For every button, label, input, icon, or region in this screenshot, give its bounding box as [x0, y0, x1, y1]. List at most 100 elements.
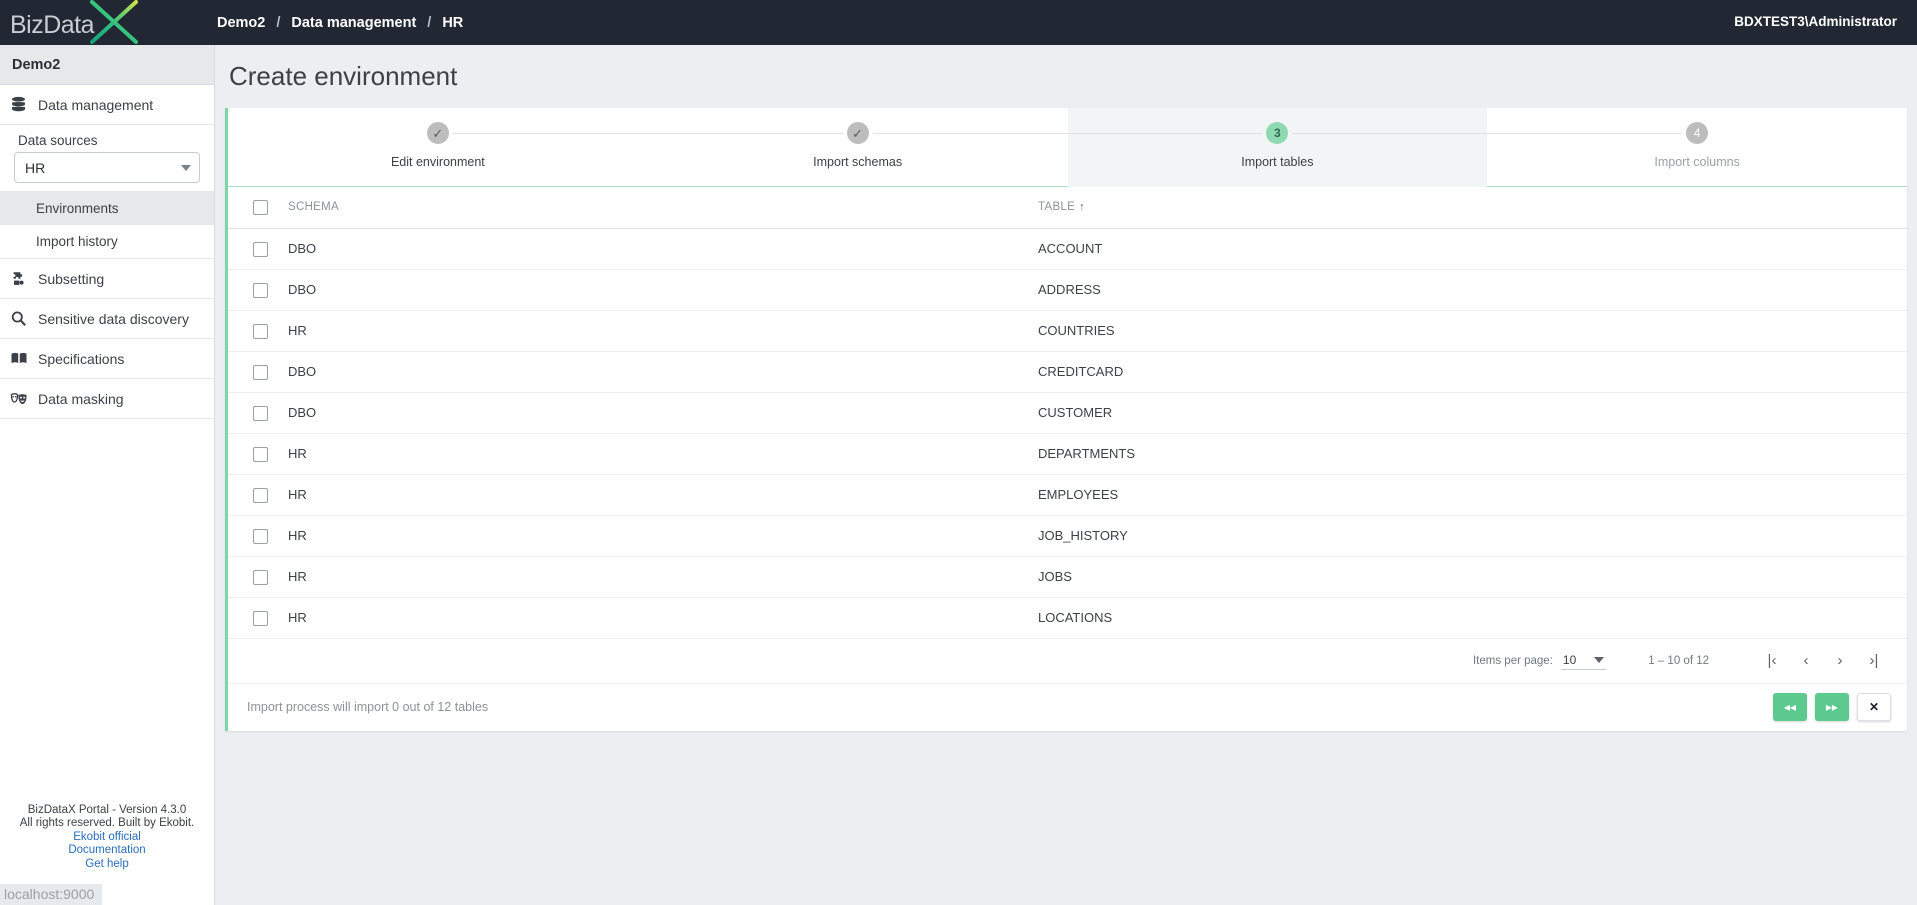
- data-source-select[interactable]: HR: [14, 152, 200, 183]
- cell-schema: HR: [288, 310, 1038, 352]
- cell-table: EMPLOYEES: [1038, 474, 1907, 516]
- cell-schema: DBO: [288, 351, 1038, 393]
- page-title: Create environment: [229, 61, 458, 91]
- row-checkbox[interactable]: [253, 487, 268, 503]
- step-edit-environment[interactable]: ✓ Edit environment: [228, 108, 648, 187]
- table-row[interactable]: DBO CREDITCARD: [228, 351, 1907, 393]
- wizard-card: ✓ Edit environment ✓ Import schemas 3 Im…: [225, 108, 1907, 731]
- database-icon: [10, 96, 38, 113]
- table-row[interactable]: HR EMPLOYEES: [228, 474, 1907, 516]
- items-per-page-label: Items per page:: [1472, 654, 1553, 667]
- sidebar-item-label-subsetting: Subsetting: [38, 270, 105, 287]
- step-label-2: Import schemas: [813, 155, 903, 169]
- chevron-down-icon: [181, 164, 191, 171]
- row-checkbox[interactable]: [253, 528, 268, 544]
- search-icon: [10, 310, 38, 327]
- cell-schema: DBO: [288, 269, 1038, 311]
- items-per-page-select[interactable]: 10: [1560, 651, 1607, 670]
- cell-schema: HR: [288, 597, 1038, 639]
- breadcrumb-item-2[interactable]: HR: [440, 15, 465, 31]
- previous-step-button[interactable]: ◂◂: [1772, 693, 1807, 721]
- cell-table: ACCOUNT: [1038, 228, 1907, 270]
- step-marker-2: ✓: [846, 122, 869, 144]
- tables-list: SCHEMA TABLE ↑ DBO ACCOUNT DBO ADDRESS H…: [228, 187, 1907, 639]
- step-marker-4: 4: [1686, 122, 1709, 144]
- row-select-cell: [228, 392, 288, 434]
- breadcrumb-item-0[interactable]: Demo2: [215, 15, 267, 31]
- table-row[interactable]: HR JOBS: [228, 556, 1907, 598]
- row-checkbox[interactable]: [253, 610, 268, 626]
- table-row[interactable]: DBO ACCOUNT: [228, 228, 1907, 270]
- table-row[interactable]: DBO CUSTOMER: [228, 392, 1907, 434]
- table-body: DBO ACCOUNT DBO ADDRESS HR COUNTRIES DBO…: [228, 228, 1907, 639]
- cell-schema: DBO: [288, 392, 1038, 434]
- footer-link-ekobit-official[interactable]: Ekobit official: [0, 831, 214, 845]
- table-row[interactable]: HR LOCATIONS: [228, 597, 1907, 639]
- row-select-cell: [228, 269, 288, 311]
- logo-wordmark: BizData: [10, 11, 95, 39]
- cell-table: ADDRESS: [1038, 269, 1907, 311]
- sidebar-item-environments[interactable]: Environments: [0, 191, 214, 225]
- wizard-actions-bar: Import process will import 0 out of 12 t…: [228, 684, 1907, 731]
- row-checkbox[interactable]: [253, 241, 268, 257]
- row-checkbox[interactable]: [253, 569, 268, 585]
- previous-page-button[interactable]: ‹: [1789, 644, 1823, 678]
- footer-link-get-help[interactable]: Get help: [0, 858, 214, 872]
- select-all-checkbox[interactable]: [253, 199, 268, 215]
- table-row[interactable]: HR DEPARTMENTS: [228, 433, 1907, 475]
- cell-table: JOBS: [1038, 556, 1907, 598]
- row-checkbox[interactable]: [253, 323, 268, 339]
- row-checkbox[interactable]: [253, 364, 268, 380]
- import-summary-text: Import process will import 0 out of 12 t…: [247, 700, 489, 714]
- sidebar-item-sensitive-data-discovery[interactable]: Sensitive data discovery: [0, 299, 214, 339]
- table-head: SCHEMA TABLE ↑: [228, 187, 1907, 229]
- cancel-button[interactable]: ✕: [1856, 693, 1891, 721]
- top-bar: BizData Demo2 / Data management / HR BDX…: [0, 0, 1917, 45]
- last-page-button[interactable]: ›|: [1857, 644, 1891, 678]
- breadcrumb: Demo2 / Data management / HR: [215, 15, 465, 31]
- step-import-tables[interactable]: 3 Import tables: [1067, 108, 1488, 187]
- sidebar-item-label-specifications: Specifications: [38, 350, 125, 367]
- sidebar-item-label-data-masking: Data masking: [38, 390, 124, 407]
- next-step-button[interactable]: ▸▸: [1814, 693, 1849, 721]
- column-header-table[interactable]: TABLE ↑: [1038, 187, 1907, 229]
- cell-table: CREDITCARD: [1038, 351, 1907, 393]
- row-checkbox[interactable]: [253, 405, 268, 421]
- table-row[interactable]: HR COUNTRIES: [228, 310, 1907, 352]
- table-row[interactable]: HR JOB_HISTORY: [228, 515, 1907, 557]
- check-icon: ✓: [852, 125, 864, 141]
- app-logo[interactable]: BizData: [0, 0, 215, 45]
- current-user-label[interactable]: BDXTEST3\Administrator: [1734, 14, 1897, 29]
- sidebar-item-label-data-management: Data management: [38, 96, 154, 113]
- sidebar-item-label-environments: Environments: [36, 200, 119, 216]
- table-row[interactable]: DBO ADDRESS: [228, 269, 1907, 311]
- sidebar: Demo2 Data management Data sources HR En…: [0, 45, 215, 905]
- column-header-schema[interactable]: SCHEMA: [288, 187, 1038, 229]
- first-page-button[interactable]: |‹: [1755, 644, 1789, 678]
- wizard-stepper: ✓ Edit environment ✓ Import schemas 3 Im…: [228, 108, 1907, 187]
- breadcrumb-separator-1: /: [427, 14, 432, 31]
- sidebar-item-specifications[interactable]: Specifications: [0, 339, 214, 379]
- row-checkbox[interactable]: [253, 446, 268, 462]
- masks-icon: [10, 390, 38, 407]
- row-select-cell: [228, 351, 288, 393]
- cell-table: CUSTOMER: [1038, 392, 1907, 434]
- step-line-left: [1487, 133, 1683, 134]
- row-select-cell: [228, 556, 288, 598]
- footer-link-documentation[interactable]: Documentation: [0, 844, 214, 858]
- next-page-button[interactable]: ›: [1823, 644, 1857, 678]
- sidebar-item-data-management[interactable]: Data management: [0, 85, 214, 125]
- sidebar-item-subsetting[interactable]: Subsetting: [0, 259, 214, 299]
- row-select-cell: [228, 597, 288, 639]
- column-header-schema-label: SCHEMA: [288, 201, 340, 214]
- step-label-3: Import tables: [1241, 155, 1314, 169]
- sidebar-item-data-masking[interactable]: Data masking: [0, 379, 214, 419]
- logo-x-icon: [84, 0, 146, 52]
- sidebar-item-import-history[interactable]: Import history: [0, 225, 214, 259]
- breadcrumb-item-1[interactable]: Data management: [289, 15, 418, 31]
- step-import-columns[interactable]: 4 Import columns: [1487, 108, 1907, 187]
- row-checkbox[interactable]: [253, 282, 268, 298]
- row-select-cell: [228, 474, 288, 516]
- cell-schema: DBO: [288, 228, 1038, 270]
- step-import-schemas[interactable]: ✓ Import schemas: [647, 108, 1068, 187]
